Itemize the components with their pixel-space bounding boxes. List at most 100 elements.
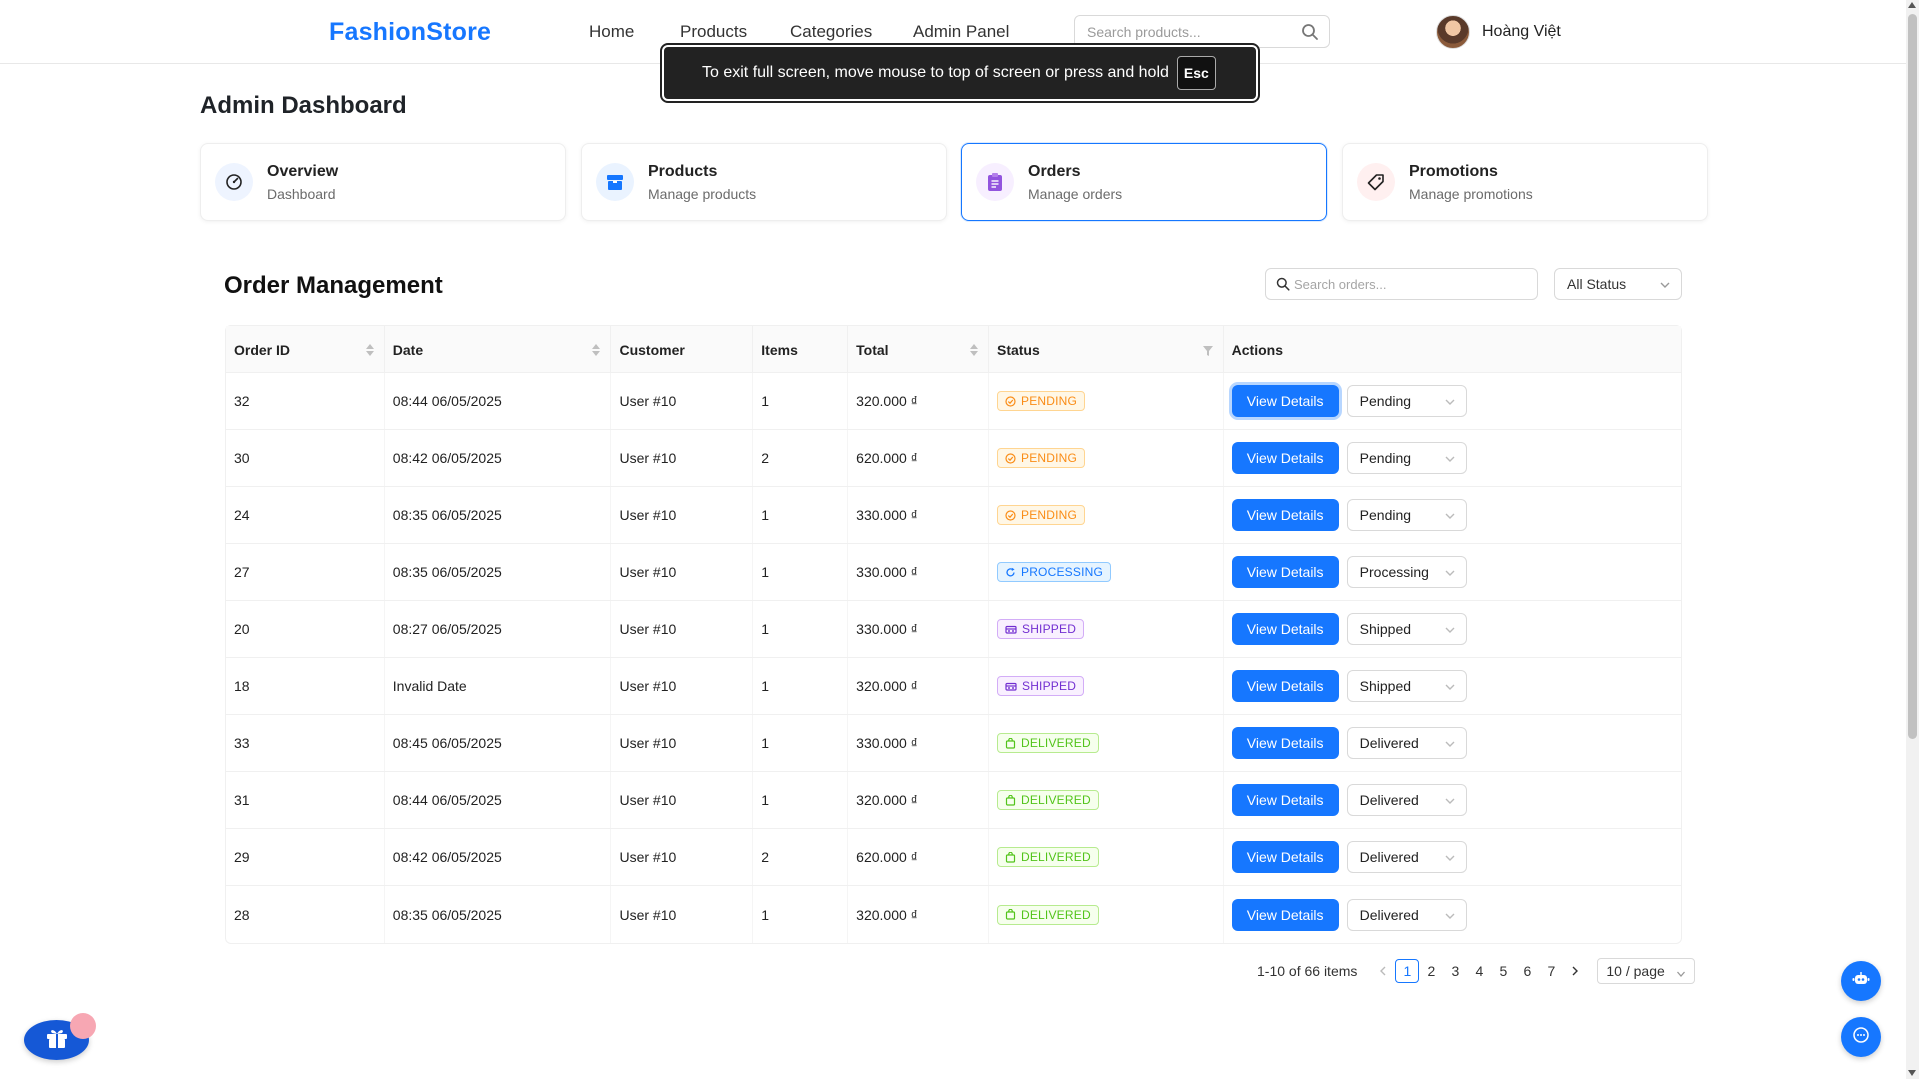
order-status-select[interactable]: Delivered [1346,841,1467,873]
sort-icon[interactable] [592,343,601,359]
cell-actions: View Details Delivered [1224,829,1681,885]
cell-date: 08:35 06/05/2025 [385,487,612,543]
table-row: 24 08:35 06/05/2025 User #10 1 330.000 ₫ PEND… [226,487,1681,544]
order-status-value: Shipped [1359,678,1412,694]
view-details-button[interactable]: View Details [1231,670,1339,702]
package-icon [1005,737,1016,749]
view-details-button[interactable]: View Details [1231,784,1339,816]
chat-button[interactable] [1841,1017,1881,1057]
page-4[interactable]: 4 [1467,959,1491,983]
cell-date: 08:44 06/05/2025 [385,772,612,828]
order-status-value: Shipped [1359,621,1412,637]
column-header-total[interactable]: Total [848,326,989,372]
page-3[interactable]: 3 [1443,959,1467,983]
search-icon[interactable] [1301,23,1319,46]
product-search-input[interactable] [1075,16,1285,47]
view-details-button[interactable]: View Details [1231,442,1339,474]
view-details-button[interactable]: View Details [1231,841,1339,873]
cell-actions: View Details Shipped [1224,658,1681,714]
chat-bubble-icon [1852,1026,1870,1049]
order-status-value: Delivered [1359,735,1419,751]
view-details-button[interactable]: View Details [1231,556,1339,588]
cell-total: 330.000 ₫ [848,715,989,771]
cell-status: DELIVERED [989,715,1224,771]
order-status-select[interactable]: Pending [1346,499,1467,531]
cell-customer: User #10 [611,601,754,657]
card-title: Overview [267,162,339,180]
nav-admin-panel[interactable]: Admin Panel [913,22,1009,42]
cell-items: 1 [753,601,849,657]
avatar[interactable] [1436,15,1470,49]
order-status-value: Pending [1359,393,1412,409]
chatbot-button[interactable] [1841,961,1881,1001]
table-row: 20 08:27 06/05/2025 User #10 1 330.000 ₫ SHIP… [226,601,1681,658]
column-header-status[interactable]: Status [989,326,1224,372]
next-page-button[interactable] [1563,959,1587,983]
cell-date: 08:42 06/05/2025 [385,430,612,486]
tab-overview[interactable]: Overview Dashboard [200,143,566,221]
sort-icon[interactable] [969,343,978,359]
order-status-select[interactable]: Processing [1346,556,1467,588]
page-6[interactable]: 6 [1515,959,1539,983]
view-details-button[interactable]: View Details [1231,898,1339,931]
cell-total: 620.000 ₫ [848,829,989,885]
tab-promotions[interactable]: Promotions Manage promotions [1342,143,1708,221]
status-badge-label: DELIVERED [1020,907,1091,922]
card-subtitle: Manage products [648,185,757,202]
nav-categories[interactable]: Categories [790,22,872,42]
order-status-value: Processing [1359,564,1429,580]
status-badge: PENDING [996,448,1086,468]
brand-logo[interactable]: FashionStore [329,18,491,47]
user-name[interactable]: Hoàng Việt [1482,23,1561,41]
status-badge-label: PROCESSING [1020,565,1103,579]
column-header-order-id[interactable]: Order ID [226,326,385,372]
table-row: 31 08:44 06/05/2025 User #10 1 320.000 ₫ DELI… [226,772,1681,829]
view-details-button[interactable]: View Details [1231,727,1339,759]
page-2[interactable]: 2 [1419,959,1443,983]
sort-icon[interactable] [365,343,374,359]
cell-order-id: 30 [226,430,385,486]
order-status-select[interactable]: Shipped [1346,670,1467,702]
order-search-input[interactable] [1294,269,1529,299]
scroll-thumb[interactable] [1908,14,1917,739]
chevron-down-icon [1444,395,1456,411]
tab-orders[interactable]: Orders Manage orders [961,143,1327,221]
order-status-select[interactable]: Delivered [1346,784,1467,816]
notification-dot [70,1013,96,1039]
page-size-select[interactable]: 10 / page [1597,958,1696,984]
page-7[interactable]: 7 [1539,959,1563,983]
scroll-up-icon[interactable] [1908,2,1916,8]
cell-total: 330.000 ₫ [848,544,989,600]
status-badge: PENDING [996,391,1086,411]
tab-products[interactable]: Products Manage products [581,143,947,221]
order-status-select[interactable]: Delivered [1346,727,1467,759]
order-status-select[interactable]: Pending [1346,442,1467,474]
status-filter-select[interactable]: All Status [1554,268,1682,300]
view-details-button[interactable]: View Details [1231,613,1339,645]
order-status-select[interactable]: Pending [1346,385,1467,417]
fullscreen-exit-toast: To exit full screen, move mouse to top o… [660,43,1260,103]
filter-icon[interactable] [1202,343,1213,359]
page-5[interactable]: 5 [1491,959,1515,983]
cell-customer: User #10 [611,658,754,714]
user-menu[interactable]: Hoàng Việt [1436,15,1561,49]
nav-home[interactable]: Home [589,22,634,42]
cell-total: 320.000 ₫ [848,772,989,828]
view-details-button[interactable]: View Details [1231,499,1339,531]
page-scrollbar[interactable] [1906,0,1919,1079]
order-status-value: Delivered [1359,849,1419,865]
package-icon [1005,794,1016,806]
order-status-select[interactable]: Delivered [1346,898,1467,931]
cell-items: 1 [753,658,849,714]
page-1[interactable]: 1 [1395,959,1420,983]
clock-check-icon [1005,395,1016,407]
order-status-select[interactable]: Shipped [1346,613,1467,645]
cell-customer: User #10 [611,544,754,600]
cell-status: PROCESSING [989,544,1224,600]
view-details-button[interactable]: View Details [1231,385,1339,417]
nav-products[interactable]: Products [680,22,747,42]
scroll-down-icon[interactable] [1908,1070,1916,1076]
pagination: 1-10 of 66 items 1 2 3 4 5 6 7 10 / page [1257,958,1696,984]
column-header-date[interactable]: Date [385,326,612,372]
prev-page-button[interactable] [1371,959,1395,983]
